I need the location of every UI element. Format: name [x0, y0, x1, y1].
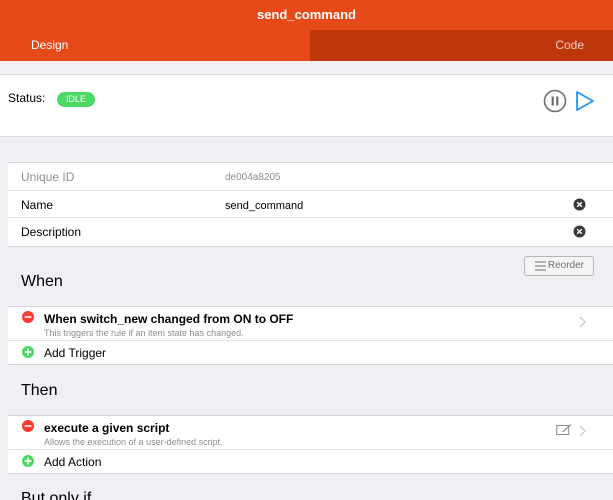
page-title: send_command	[0, 0, 613, 30]
reorder-label: Reorder	[547, 260, 584, 271]
trigger-list: When switch_new changed from ON to OFF T…	[8, 306, 613, 365]
unique-id-row: Unique ID de004a8205	[8, 163, 613, 191]
edit-script-icon[interactable]	[556, 423, 572, 436]
pause-icon[interactable]	[543, 89, 567, 113]
description-label: Description	[21, 225, 82, 239]
when-section-title: When	[21, 273, 63, 290]
action-list: execute a given script Allows the execut…	[8, 415, 613, 474]
add-icon[interactable]	[22, 346, 34, 358]
remove-icon[interactable]	[22, 311, 34, 323]
unique-id-value: de004a8205	[225, 172, 281, 183]
action-description: Allows the execution of a user-defined s…	[44, 437, 223, 447]
add-action-row[interactable]: Add Action	[8, 450, 613, 473]
status-label: Status:	[8, 91, 46, 105]
clear-description-icon[interactable]	[573, 225, 586, 238]
trigger-title: When switch_new changed from ON to OFF	[44, 312, 294, 326]
unique-id-label: Unique ID	[21, 170, 75, 184]
name-row[interactable]: Name send_command	[8, 191, 613, 218]
status-badge: IDLE	[57, 92, 96, 107]
reorder-icon	[535, 261, 546, 271]
add-action-label: Add Action	[44, 455, 102, 469]
tab-design[interactable]: Design	[0, 30, 310, 61]
then-section-title: Then	[21, 382, 58, 399]
add-trigger-row[interactable]: Add Trigger	[8, 341, 613, 364]
clear-name-icon[interactable]	[573, 198, 586, 211]
play-icon[interactable]	[574, 89, 596, 113]
add-icon[interactable]	[22, 455, 34, 467]
name-label: Name	[21, 197, 54, 212]
trigger-item[interactable]: When switch_new changed from ON to OFF T…	[8, 307, 613, 341]
name-field[interactable]: send_command	[225, 200, 303, 212]
trigger-description: This triggers the rule if an item state …	[44, 328, 244, 338]
add-trigger-label: Add Trigger	[44, 346, 107, 360]
tab-code[interactable]: Code	[310, 30, 613, 61]
chevron-right-icon	[579, 316, 586, 328]
reorder-button[interactable]: Reorder	[524, 256, 594, 276]
description-row[interactable]: Description	[8, 218, 613, 246]
rule-fields: Unique ID de004a8205 Name send_command D…	[8, 162, 613, 247]
but-only-if-section-title: But only if	[21, 490, 92, 500]
action-title: execute a given script	[44, 421, 170, 435]
remove-icon[interactable]	[22, 420, 34, 432]
status-panel: Status: IDLE	[0, 74, 613, 137]
chevron-right-icon	[579, 425, 586, 437]
tab-bar: Design Code	[0, 30, 613, 61]
action-item[interactable]: execute a given script Allows the execut…	[8, 416, 613, 450]
